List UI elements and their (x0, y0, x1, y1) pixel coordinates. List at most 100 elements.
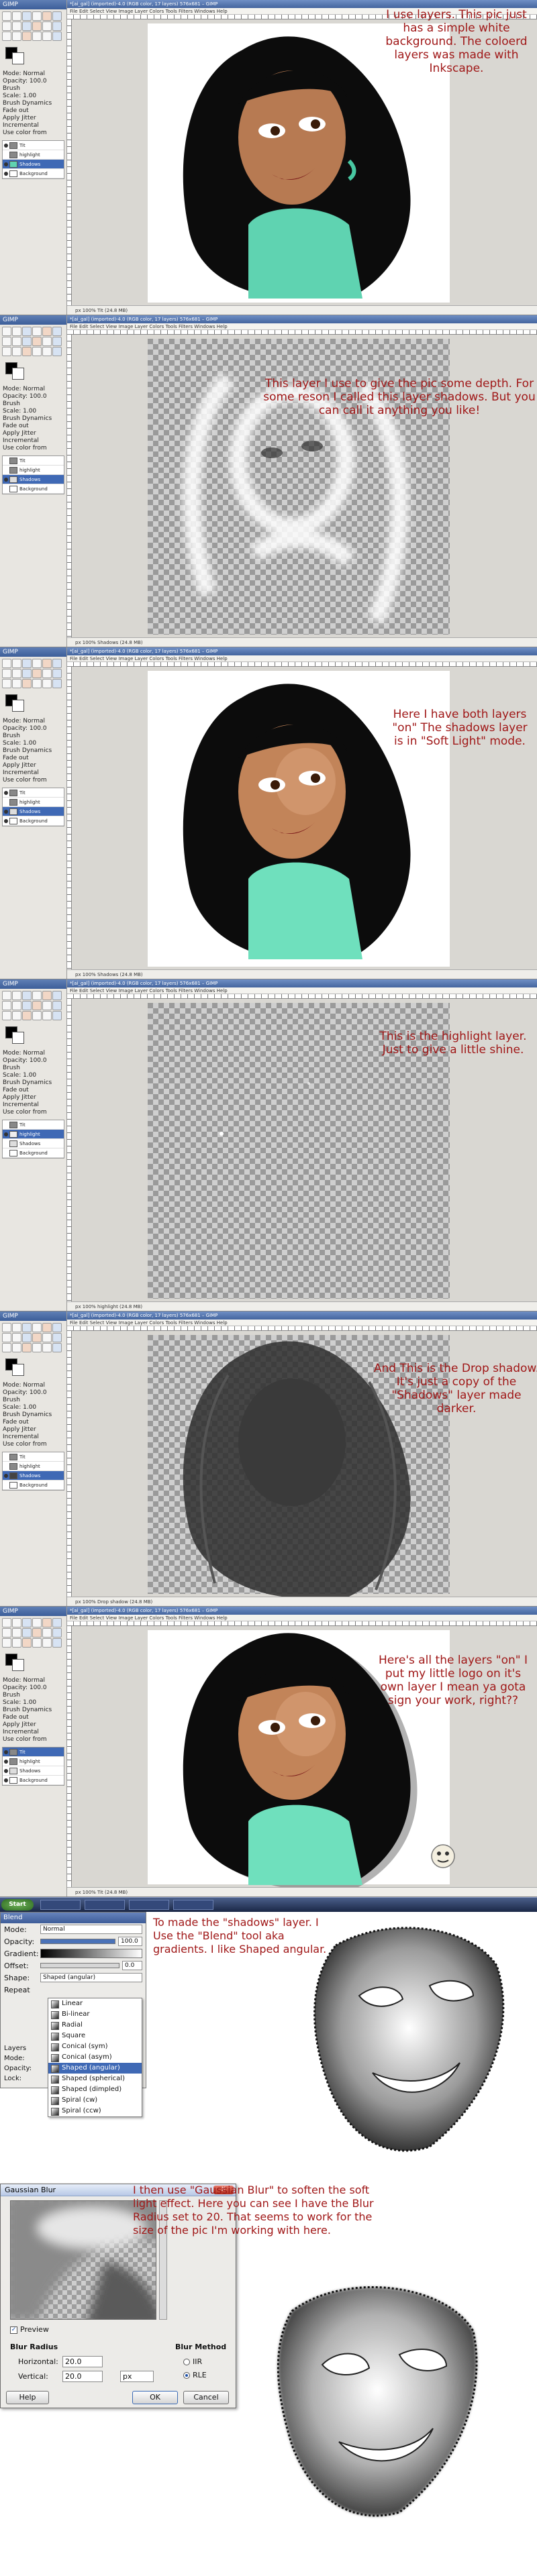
image-menubar[interactable]: File Edit Select View Image Layer Colors… (67, 1320, 537, 1326)
layer-row[interactable]: Shadows (3, 160, 64, 169)
tool-option[interactable]: Brush Dynamics (3, 415, 64, 423)
tool-option[interactable]: Brush (3, 1692, 64, 1699)
tool-option[interactable]: Brush (3, 400, 64, 408)
mode-select[interactable]: Normal (40, 1925, 142, 1934)
tool-icon[interactable] (52, 1001, 62, 1010)
tool-icon[interactable] (32, 669, 42, 678)
tool-icon[interactable] (32, 1618, 42, 1627)
tool-icon[interactable] (42, 337, 52, 346)
layer-row[interactable]: Shadows (3, 1139, 64, 1148)
tool-icon[interactable] (12, 1628, 21, 1638)
tool-icon[interactable] (42, 1638, 52, 1648)
radio-iir[interactable] (183, 2359, 190, 2365)
tool-icon[interactable] (2, 669, 11, 678)
opacity-slider[interactable] (40, 1939, 115, 1944)
eye-icon[interactable] (4, 143, 8, 148)
tool-icon[interactable] (42, 679, 52, 688)
tool-icon[interactable] (52, 327, 62, 336)
tool-icon[interactable] (12, 1618, 21, 1627)
shape-option-radial[interactable]: Radial (48, 2020, 142, 2031)
preview-checkbox[interactable]: ✓ (10, 2326, 17, 2334)
tool-option[interactable]: Opacity: 100.0 (3, 393, 64, 400)
tool-icon[interactable] (22, 1618, 32, 1627)
layer-row[interactable]: highlight (3, 1130, 64, 1139)
tool-icon[interactable] (42, 1333, 52, 1342)
shape-select[interactable]: Shaped (angular) (40, 1973, 142, 1982)
tool-option[interactable]: Incremental (3, 769, 64, 777)
layer-row[interactable]: Tit (3, 1120, 64, 1130)
tool-icon[interactable] (2, 659, 11, 668)
tool-icon[interactable] (52, 11, 62, 21)
unit-select[interactable]: px (120, 2371, 154, 2382)
gradient-swatch[interactable] (40, 1949, 142, 1958)
tool-icon[interactable] (32, 679, 42, 688)
tool-icon[interactable] (42, 11, 52, 21)
tool-icon[interactable] (2, 32, 11, 41)
layer-row[interactable]: Tit (3, 1748, 64, 1757)
eye-icon[interactable] (4, 1132, 8, 1136)
shape-option-shaped-angular[interactable]: Shaped (angular) (48, 2063, 142, 2074)
tool-option[interactable]: Use color from gradient (3, 1441, 64, 1448)
tool-icon[interactable] (22, 679, 32, 688)
tool-icon[interactable] (52, 32, 62, 41)
tool-icon[interactable] (12, 991, 21, 1000)
tool-icon[interactable] (2, 21, 11, 31)
tool-icon[interactable] (52, 1628, 62, 1638)
shape-option-bilinear[interactable]: Bi-linear (48, 2009, 142, 2020)
tool-icon[interactable] (22, 659, 32, 668)
tool-icon[interactable] (42, 991, 52, 1000)
tool-icon[interactable] (32, 1333, 42, 1342)
tool-icon[interactable] (12, 659, 21, 668)
tool-icon[interactable] (42, 1323, 52, 1332)
tool-icon[interactable] (32, 21, 42, 31)
tool-option[interactable]: Fade out (3, 107, 64, 115)
image-menubar[interactable]: File Edit Select View Image Layer Colors… (67, 655, 537, 662)
layer-row[interactable]: Background (3, 1148, 64, 1158)
tool-icon[interactable] (22, 21, 32, 31)
tool-icon[interactable] (22, 347, 32, 356)
tool-option[interactable]: Use color from gradient (3, 129, 64, 137)
tool-icon[interactable] (12, 337, 21, 346)
tool-icon[interactable] (52, 337, 62, 346)
layer-row[interactable]: highlight (3, 466, 64, 475)
tool-icon[interactable] (2, 1343, 11, 1352)
eye-icon[interactable] (4, 1778, 8, 1782)
eye-icon[interactable] (4, 818, 8, 823)
tool-option[interactable]: Scale: 1.00 (3, 93, 64, 100)
layer-row[interactable]: highlight (3, 1462, 64, 1471)
tool-icon[interactable] (32, 1628, 42, 1638)
tool-icon[interactable] (42, 1011, 52, 1020)
tool-option[interactable]: Brush Dynamics (3, 1411, 64, 1419)
tool-option[interactable]: Scale: 1.00 (3, 1072, 64, 1079)
opacity-value[interactable]: 100.0 (118, 1937, 142, 1946)
tool-icon[interactable] (22, 1333, 32, 1342)
help-button[interactable]: Help (6, 2391, 49, 2404)
tool-icon[interactable] (42, 659, 52, 668)
layer-row[interactable]: Background (3, 816, 64, 826)
tool-icon[interactable] (42, 347, 52, 356)
tool-icon[interactable] (42, 32, 52, 41)
color-swatches[interactable] (3, 1357, 64, 1377)
tool-icon[interactable] (2, 991, 11, 1000)
tool-option[interactable]: Opacity: 100.0 (3, 1684, 64, 1692)
shape-option-square[interactable]: Square (48, 2031, 142, 2041)
tool-option[interactable]: Apply Jitter (3, 762, 64, 769)
tool-icon[interactable] (2, 679, 11, 688)
taskbar-button[interactable] (85, 1900, 125, 1910)
tool-icon[interactable] (12, 1011, 21, 1020)
tool-icon[interactable] (52, 659, 62, 668)
tool-icon[interactable] (52, 669, 62, 678)
eye-icon[interactable] (4, 477, 8, 482)
layer-row[interactable]: Tit (3, 141, 64, 150)
tool-option[interactable]: Apply Jitter (3, 430, 64, 437)
tool-icon[interactable] (12, 347, 21, 356)
tool-icon[interactable] (12, 669, 21, 678)
tool-icon[interactable] (2, 1638, 11, 1648)
preview-toggle[interactable]: ✓ Preview (10, 2325, 49, 2334)
tool-icon[interactable] (22, 1343, 32, 1352)
tool-icon[interactable] (42, 21, 52, 31)
layer-row[interactable]: Tit (3, 456, 64, 466)
tool-icon[interactable] (2, 1333, 11, 1342)
tool-icon[interactable] (2, 1001, 11, 1010)
tool-option[interactable]: Opacity: 100.0 (3, 1389, 64, 1397)
